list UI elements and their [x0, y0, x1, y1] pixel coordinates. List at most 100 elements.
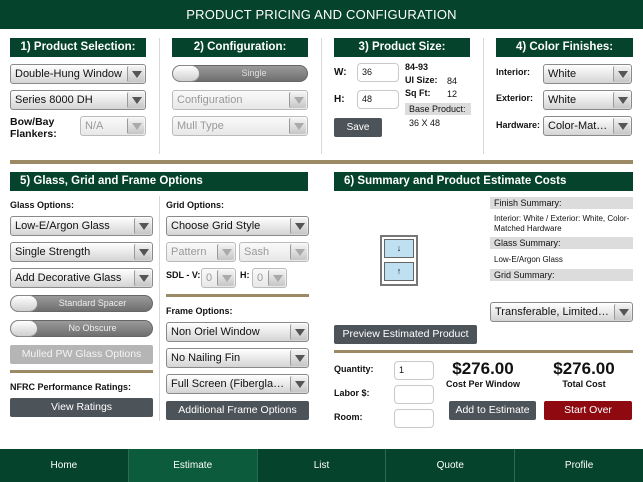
obscure-toggle[interactable]: No Obscure — [10, 320, 153, 337]
nailing-fin-dropdown[interactable]: No Nailing Fin — [166, 348, 309, 368]
tab-estimate[interactable]: Estimate — [128, 449, 258, 482]
page-title: PRODUCT PRICING AND CONFIGURATION — [0, 0, 643, 29]
section-product-selection-title: 1) Product Selection: — [10, 38, 146, 57]
section-divider — [166, 294, 309, 297]
chevron-down-icon — [217, 244, 234, 260]
save-sizes-button[interactable]: Save Sizes — [334, 118, 382, 152]
chevron-down-icon — [613, 92, 630, 108]
interior-color-dropdown[interactable]: White — [543, 64, 632, 84]
sdl-horizontal-dropdown[interactable]: 0 — [252, 268, 287, 288]
room-label: Room: — [334, 412, 363, 422]
bow-bay-flankers-dropdown[interactable]: N/A — [80, 116, 146, 136]
configuration-toggle[interactable]: Single — [172, 65, 308, 82]
cost-per-window-label: Cost Per Window — [446, 379, 520, 389]
total-cost-value: $276.00 — [553, 359, 615, 378]
arrow-up-icon: ↑ — [396, 266, 402, 276]
quantity-input[interactable]: 1 — [394, 361, 434, 380]
product-dropdown[interactable]: Double-Hung Window — [10, 64, 146, 84]
glass-type-dropdown[interactable]: Low-E/Argon Glass — [10, 216, 153, 236]
column-divider — [483, 38, 484, 154]
lower-sash: ↑ — [384, 262, 414, 281]
section-divider — [10, 370, 153, 373]
sq-ft-value: 12 — [447, 89, 458, 99]
height-label: H: — [334, 94, 345, 105]
mulled-pw-glass-options-button[interactable]: Mulled PW Glass Options — [10, 345, 153, 364]
configuration-dropdown[interactable]: Configuration — [172, 90, 308, 110]
size-code: 84-93 — [405, 62, 429, 72]
tab-home[interactable]: Home — [0, 449, 129, 482]
hardware-color-dropdown[interactable]: Color-Match... — [543, 116, 632, 136]
quantity-label: Quantity: — [334, 364, 374, 374]
tab-quote[interactable]: Quote — [386, 449, 516, 482]
section-configuration-title: 2) Configuration: — [172, 38, 308, 57]
toggle-knob — [10, 295, 38, 312]
finish-summary-label: Finish Summary: — [490, 197, 633, 209]
section-color-finishes-title: 4) Color Finishes: — [496, 38, 633, 57]
chevron-down-icon — [268, 270, 285, 286]
bottom-tab-bar: Home Estimate List Quote Profile — [0, 449, 643, 482]
add-to-estimate-button[interactable]: Add to Estimate — [449, 401, 536, 420]
interior-label: Interior: — [496, 67, 531, 77]
room-input[interactable] — [394, 409, 434, 428]
tab-profile[interactable]: Profile — [515, 449, 643, 482]
chevron-down-icon — [127, 66, 144, 82]
start-over-button[interactable]: Start Over — [544, 401, 632, 420]
sq-ft-label: Sq Ft: — [405, 88, 431, 98]
section-summary-title: 6) Summary and Product Estimate Costs — [334, 172, 633, 191]
chevron-down-icon — [127, 92, 144, 108]
cost-per-window-value: $276.00 — [452, 359, 514, 378]
base-product-label: Base Product: — [405, 103, 471, 115]
height-input[interactable]: 48 — [357, 90, 399, 109]
chevron-down-icon — [290, 244, 307, 260]
nfrc-ratings-label: NFRC Performance Ratings: — [10, 382, 132, 392]
glass-summary-label: Glass Summary: — [490, 237, 633, 249]
decorative-glass-dropdown[interactable]: Add Decorative Glass — [10, 268, 153, 288]
grid-style-dropdown[interactable]: Choose Grid Style — [166, 216, 309, 236]
additional-frame-options-button[interactable]: Additional Frame Options — [166, 401, 309, 420]
exterior-label: Exterior: — [496, 93, 534, 103]
labor-input[interactable] — [394, 385, 434, 404]
preview-estimated-product-button[interactable]: Preview Estimated Product — [334, 325, 477, 344]
total-cost-label: Total Cost — [562, 379, 606, 389]
chevron-down-icon — [289, 92, 306, 108]
mull-type-dropdown[interactable]: Mull Type — [172, 116, 308, 136]
section-divider — [334, 350, 633, 353]
exterior-color-dropdown[interactable]: White — [543, 90, 632, 110]
glass-summary: Low-E/Argon Glass — [494, 255, 563, 264]
grid-pattern-dropdown[interactable]: Pattern — [166, 242, 236, 262]
toggle-knob — [10, 320, 38, 337]
oriel-dropdown[interactable]: Non Oriel Window — [166, 322, 309, 342]
grid-sash-dropdown[interactable]: Sash — [239, 242, 309, 262]
section-glass-grid-frame-title: 5) Glass, Grid and Frame Options — [10, 172, 308, 191]
screen-dropdown[interactable]: Full Screen (Fiberglass) — [166, 374, 309, 394]
width-input[interactable]: 36 — [357, 63, 399, 82]
column-divider — [321, 38, 322, 154]
chevron-down-icon — [134, 218, 151, 234]
base-product-value: 36 X 48 — [409, 118, 441, 128]
arrow-down-icon: ↓ — [396, 243, 402, 253]
toggle-knob — [172, 65, 200, 82]
sdl-vertical-dropdown[interactable]: 0 — [201, 268, 236, 288]
sdl-vertical-label: SDL - V: — [166, 270, 201, 280]
glass-strength-dropdown[interactable]: Single Strength — [10, 242, 153, 262]
spacer-toggle[interactable]: Standard Spacer — [10, 295, 153, 312]
chevron-down-icon — [613, 66, 630, 82]
chevron-down-icon — [134, 244, 151, 260]
section-product-size-title: 3) Product Size: — [334, 38, 470, 57]
glass-options-label: Glass Options: — [10, 200, 75, 210]
chevron-down-icon — [127, 118, 144, 134]
warranty-dropdown[interactable]: Transferable, Limited Lif... — [490, 302, 633, 322]
chevron-down-icon — [290, 218, 307, 234]
grid-summary-label: Grid Summary: — [490, 269, 633, 281]
chevron-down-icon — [289, 118, 306, 134]
chevron-down-icon — [134, 270, 151, 286]
ui-size-value: 84 — [447, 76, 458, 86]
series-dropdown[interactable]: Series 8000 DH — [10, 90, 146, 110]
chevron-down-icon — [290, 324, 307, 340]
bow-bay-flankers-label: Bow/Bay Flankers: — [10, 116, 57, 140]
tab-list[interactable]: List — [258, 449, 387, 482]
column-divider — [159, 38, 160, 154]
chevron-down-icon — [290, 376, 307, 392]
view-ratings-button[interactable]: View Ratings — [10, 398, 153, 417]
chevron-down-icon — [217, 270, 234, 286]
